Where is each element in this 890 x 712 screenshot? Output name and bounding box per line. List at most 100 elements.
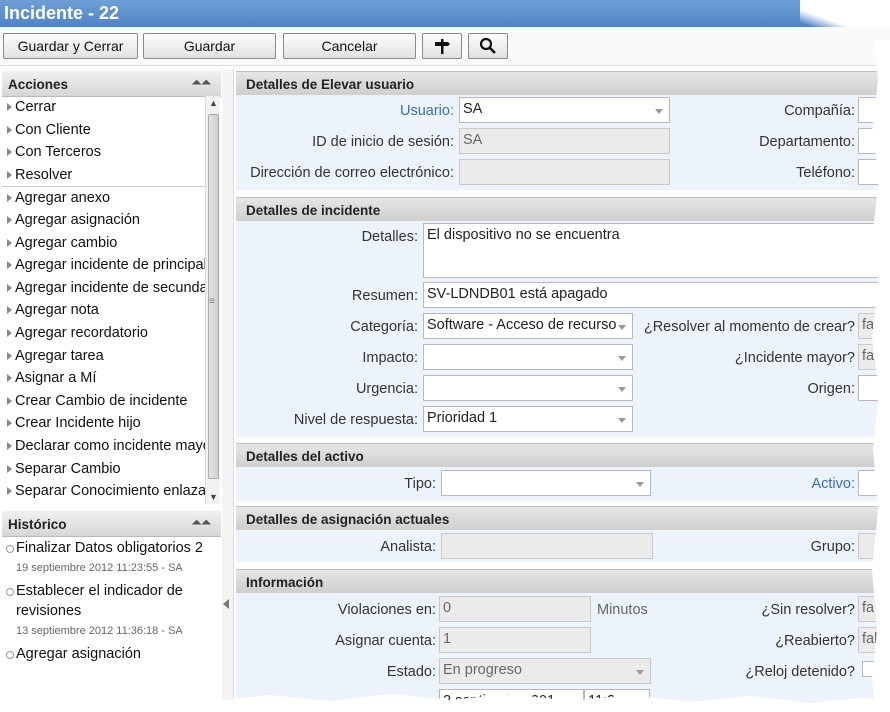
toolbar: Guardar y Cerrar Guardar Cancelar bbox=[0, 27, 890, 66]
category-select[interactable]: Software - Acceso de recurso bbox=[423, 313, 633, 339]
workflow-button[interactable] bbox=[422, 33, 462, 59]
history-item-title: Establecer el indicador de revisiones bbox=[16, 583, 183, 619]
action-with-third-party[interactable]: Con Terceros bbox=[2, 141, 205, 164]
resolve-on-create-label: ¿Resolver al momento de crear? bbox=[643, 319, 855, 335]
asset-section: Tipo: Activo: bbox=[236, 467, 890, 501]
action-with-customer[interactable]: Con Cliente bbox=[2, 119, 205, 142]
assign-count-label: Asignar cuenta: bbox=[335, 633, 436, 649]
status-label: Estado: bbox=[386, 664, 436, 680]
history-item[interactable]: Establecer el indicador de revisiones 13… bbox=[2, 581, 220, 641]
status-select: En progreso bbox=[439, 658, 651, 684]
user-section-header[interactable]: Detalles de Elevar usuario bbox=[236, 71, 890, 95]
user-label[interactable]: Usuario: bbox=[400, 103, 454, 119]
violations-unit: Minutos bbox=[597, 602, 648, 618]
reopened-label: ¿Reabierto? bbox=[775, 633, 855, 649]
history-item[interactable]: Agregar asignación bbox=[2, 644, 220, 664]
action-add-child-incident[interactable]: Agregar incidente de secundario bbox=[2, 277, 205, 300]
phone-label: Teléfono: bbox=[796, 165, 855, 181]
assignment-section-header[interactable]: Detalles de asignación actuales bbox=[236, 506, 890, 530]
user-section: Usuario: SA Compañía: ID de inicio de se… bbox=[236, 95, 890, 190]
login-field: SA bbox=[459, 128, 670, 154]
urgency-label: Urgencia: bbox=[355, 381, 418, 397]
action-create-child[interactable]: Crear Incidente hijo bbox=[2, 412, 205, 435]
department-label: Departamento: bbox=[759, 134, 855, 150]
summary-label: Resumen: bbox=[351, 288, 418, 304]
login-label: ID de inicio de sesión: bbox=[312, 134, 454, 150]
history-item-title: Finalizar Datos obligatorios 2 bbox=[16, 540, 203, 556]
type-select[interactable] bbox=[441, 470, 651, 496]
incident-section: Detalles: El dispositivo no se encuentra… bbox=[236, 221, 890, 437]
email-label: Dirección de correo electrónico: bbox=[250, 165, 454, 181]
torn-edge-right bbox=[872, 40, 890, 712]
search-icon bbox=[479, 37, 496, 54]
main-form: Detalles de Elevar usuario Usuario: SA C… bbox=[236, 69, 890, 712]
search-button[interactable] bbox=[468, 33, 508, 59]
history-item[interactable]: Finalizar Datos obligatorios 2 19 septie… bbox=[2, 538, 220, 578]
scroll-up-icon[interactable]: ▲ bbox=[209, 98, 218, 108]
analyst-label: Analista: bbox=[380, 539, 436, 555]
save-button[interactable]: Guardar bbox=[143, 33, 276, 59]
scroll-down-icon[interactable]: ▼ bbox=[209, 492, 218, 502]
email-field bbox=[459, 159, 670, 185]
save-close-button[interactable]: Guardar y Cerrar bbox=[3, 33, 138, 59]
incident-section-header[interactable]: Detalles de incidente bbox=[236, 197, 890, 221]
cancel-button[interactable]: Cancelar bbox=[283, 33, 416, 59]
impact-label: Impacto: bbox=[362, 350, 418, 366]
actions-scrollbar[interactable]: ▲ ≡ ▼ bbox=[205, 96, 220, 504]
history-list: Finalizar Datos obligatorios 2 19 septie… bbox=[2, 538, 220, 667]
action-add-change[interactable]: Agregar cambio bbox=[2, 232, 205, 255]
action-add-reminder[interactable]: Agregar recordatorio bbox=[2, 322, 205, 345]
panel-splitter[interactable] bbox=[222, 69, 234, 712]
asset-label[interactable]: Activo: bbox=[811, 476, 855, 492]
history-item-date: 13 septiembre 2012 11:36:18 - SA bbox=[16, 625, 183, 637]
asset-section-header[interactable]: Detalles del activo bbox=[236, 443, 890, 467]
assignment-section: Analista: Grupo: bbox=[236, 530, 890, 562]
actions-header[interactable]: Acciones ⏶⏶ bbox=[2, 71, 221, 97]
category-label: Categoría: bbox=[350, 319, 418, 335]
actions-title: Acciones bbox=[8, 77, 69, 92]
info-section-header[interactable]: Información bbox=[236, 569, 890, 593]
torn-edge-bottom bbox=[0, 694, 890, 712]
summary-input[interactable]: SV-LDNDB01 está apagado bbox=[423, 282, 890, 308]
action-assign-to-me[interactable]: Asignar a Mí bbox=[2, 367, 205, 390]
action-declare-major[interactable]: Declarar como incidente mayor bbox=[2, 435, 205, 458]
action-resolve[interactable]: Resolver bbox=[2, 164, 205, 187]
grip-icon: ≡ bbox=[209, 296, 215, 307]
history-item-title: Agregar asignación bbox=[16, 646, 141, 662]
history-title: Histórico bbox=[8, 517, 67, 532]
major-incident-label: ¿Incidente mayor? bbox=[734, 350, 855, 366]
history-header[interactable]: Histórico ⏶⏶ bbox=[2, 511, 221, 537]
signpost-icon bbox=[435, 39, 450, 54]
actions-list: Cerrar Con Cliente Con Terceros Resolver… bbox=[2, 96, 205, 504]
window-title: Incidente - 22 bbox=[0, 0, 890, 27]
action-detach-knowledge[interactable]: Separar Conocimiento enlazado bbox=[2, 480, 205, 503]
urgency-select[interactable] bbox=[423, 375, 633, 401]
collapse-icon[interactable]: ⏶⏶ bbox=[192, 75, 211, 90]
company-label: Compañía: bbox=[784, 103, 855, 119]
action-close[interactable]: Cerrar bbox=[2, 96, 205, 119]
impact-select[interactable] bbox=[423, 344, 633, 370]
group-label: Grupo: bbox=[810, 539, 855, 555]
origin-label: Origen: bbox=[807, 381, 855, 397]
type-label: Tipo: bbox=[404, 476, 436, 492]
action-detach-change[interactable]: Separar Cambio bbox=[2, 458, 205, 481]
assign-count-field: 1 bbox=[439, 627, 591, 653]
action-add-note[interactable]: Agregar nota bbox=[2, 299, 205, 322]
details-textarea[interactable]: El dispositivo no se encuentra bbox=[423, 223, 890, 278]
action-add-parent-incident[interactable]: Agregar incidente de principal bbox=[2, 254, 205, 277]
action-add-assignment[interactable]: Agregar asignación bbox=[2, 209, 205, 232]
response-level-label: Nivel de respuesta: bbox=[293, 412, 418, 428]
unresolved-label: ¿Sin resolver? bbox=[761, 602, 855, 618]
analyst-field bbox=[441, 533, 653, 559]
violations-label: Violaciones en: bbox=[337, 602, 436, 618]
collapse-left-icon[interactable] bbox=[223, 599, 229, 609]
user-select[interactable]: SA bbox=[459, 97, 670, 123]
action-add-task[interactable]: Agregar tarea bbox=[2, 345, 205, 368]
response-level-select[interactable]: Prioridad 1 bbox=[423, 406, 633, 432]
violations-field: 0 bbox=[439, 596, 591, 622]
action-create-change[interactable]: Crear Cambio de incidente bbox=[2, 390, 205, 413]
collapse-icon[interactable]: ⏶⏶ bbox=[192, 515, 211, 530]
history-item-date: 19 septiembre 2012 11:23:55 - SA bbox=[16, 562, 183, 574]
action-add-attachment[interactable]: Agregar anexo bbox=[2, 186, 205, 209]
clock-stopped-label: ¿Reloj detenido? bbox=[745, 664, 855, 680]
